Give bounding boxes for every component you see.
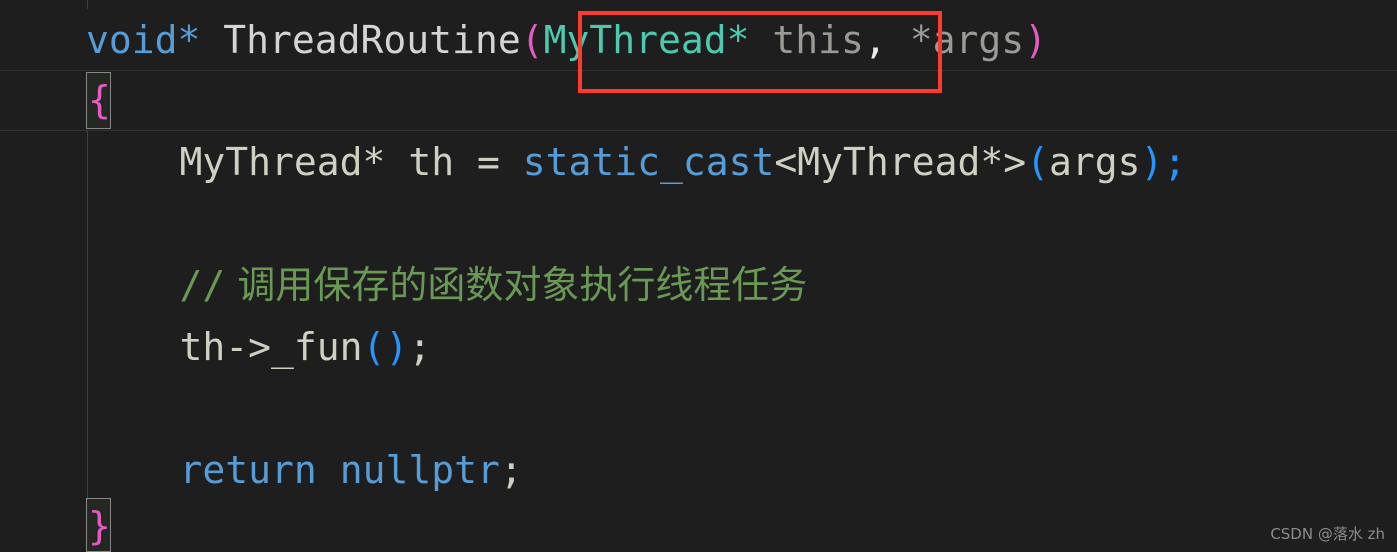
watermark: CSDN @落水 zh [1270, 525, 1385, 543]
code-line-cast[interactable]: MyThread* th = static_cast<MyThread*>(ar… [88, 132, 1397, 192]
indent-guide-top [87, 0, 88, 9]
token-call-parens: () [362, 325, 409, 369]
token-open-paren: ( [520, 18, 544, 62]
code-line-comment[interactable]: // 调用保存的函数对象执行线程任务 [88, 255, 1397, 315]
code-screenshot: void* ThreadRoutine(MyThread* this, *arg… [0, 0, 1397, 552]
token-close-paren: ) [1140, 140, 1164, 184]
token-semicolon: ; [1163, 140, 1187, 184]
code-line-signature[interactable]: void* ThreadRoutine(MyThread* this, *arg… [86, 10, 1397, 70]
code-line-open-brace[interactable]: { [88, 70, 1397, 130]
token-semicolon: ; [408, 325, 432, 369]
token-arg: *args [909, 18, 1025, 62]
token-param-type: MyThread* [543, 18, 750, 62]
token-comment-text: 调用保存的函数对象执行线程任务 [225, 263, 808, 307]
code-line-return[interactable]: return nullptr; [88, 440, 1397, 500]
token-cast-arg: args [1048, 140, 1141, 184]
token-open-paren: ( [1026, 140, 1049, 184]
token-open-brace: { [88, 78, 111, 122]
token-return-type: void* [86, 18, 201, 62]
token-decl-type: MyThread* [179, 140, 386, 184]
code-line-call[interactable]: th->_fun(); [88, 317, 1397, 377]
token-nullptr: nullptr [339, 448, 500, 492]
token-template-args: <MyThread*> [774, 140, 1027, 184]
token-var-name: th [408, 140, 455, 184]
token-semicolon: ; [499, 448, 523, 492]
code-line-close-brace[interactable]: } [88, 496, 1397, 552]
token-call-expr: th->_fun [179, 325, 363, 369]
token-cast-keyword: static_cast [522, 140, 775, 184]
token-function-name: ThreadRoutine [223, 18, 521, 62]
token-close-paren: ) [1024, 18, 1047, 62]
token-return-keyword: return [179, 448, 317, 492]
token-param-name: this [772, 18, 864, 62]
code-editor[interactable]: void* ThreadRoutine(MyThread* this, *arg… [0, 0, 1397, 552]
editor-rule-second [0, 130, 1397, 131]
token-comment-slashes: // [179, 263, 226, 307]
token-equals: = [476, 140, 500, 184]
token-close-brace: } [88, 504, 111, 548]
token-comma: , [863, 18, 887, 62]
